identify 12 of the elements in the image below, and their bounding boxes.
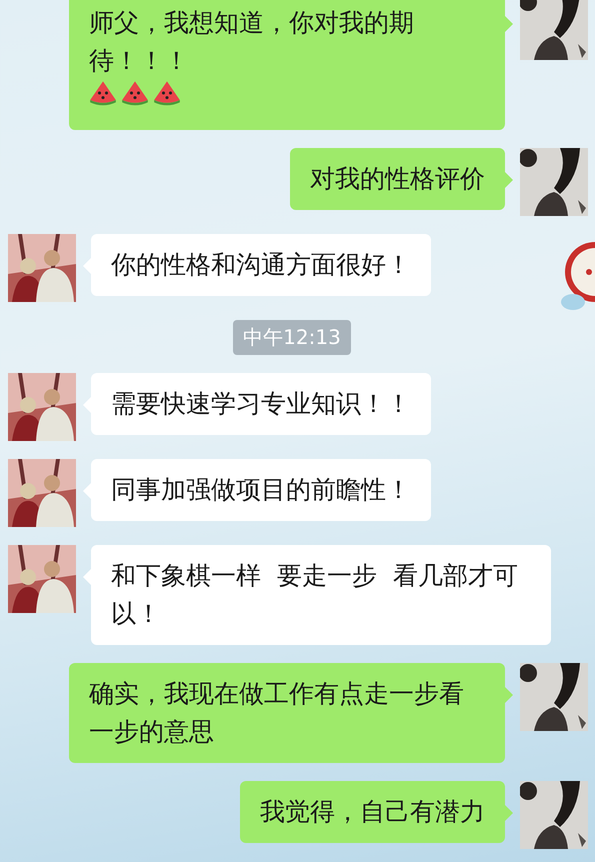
message-text: 我觉得，自己有潜力	[260, 796, 485, 828]
timestamp: 中午12:13	[233, 320, 351, 355]
message-text: 你的性格和沟通方面很好！	[111, 249, 411, 281]
message-text: 同事加强做项目的前瞻性！	[111, 474, 411, 506]
message-text: 确实，我现在做工作有点走一步看一步的意思	[89, 678, 465, 748]
watermelon-icon	[89, 80, 117, 106]
message-text: 需要快速学习专业知识！！	[111, 388, 411, 420]
watermelon-icon	[153, 80, 181, 106]
message-text: 师父，我想知道，你对我的期待！！！	[89, 7, 415, 77]
message-text: 对我的性格评价	[310, 163, 485, 195]
message-text: 和下象棋一样 要走一步 看几部才可以！	[111, 560, 519, 630]
watermelon-icon	[121, 80, 149, 106]
